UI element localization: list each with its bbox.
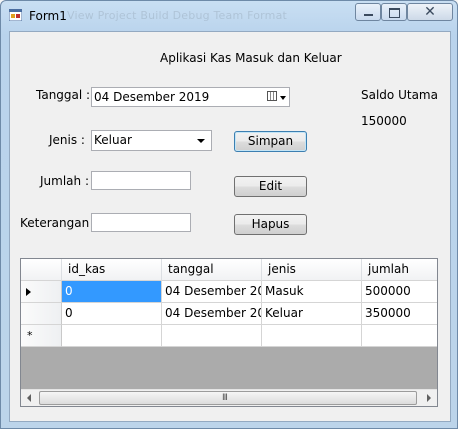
jumlah-input[interactable] (91, 171, 191, 190)
horizontal-scrollbar[interactable]: III (21, 389, 437, 406)
background-menu-text: View Project Build Debug Team Format (67, 9, 288, 22)
cell-id-kas[interactable]: 0 (62, 303, 162, 325)
cell-jenis[interactable]: Masuk (262, 281, 362, 303)
calendar-icon[interactable] (267, 91, 277, 101)
cell-jenis[interactable] (262, 325, 362, 347)
jenis-value: Keluar (94, 133, 132, 147)
column-header-jenis[interactable]: jenis (262, 259, 362, 281)
cell-tanggal[interactable] (162, 325, 262, 347)
tanggal-datepicker[interactable]: 04 Desember 2019 (91, 87, 290, 107)
scrollbar-thumb[interactable]: III (39, 391, 417, 405)
tanggal-label: Tanggal : (36, 88, 91, 102)
scroll-left-icon[interactable] (21, 390, 38, 406)
cell-jumlah[interactable] (362, 325, 437, 347)
saldo-label: Saldo Utama (361, 88, 438, 102)
cell-jumlah[interactable]: 500000 (362, 281, 437, 303)
form1-window: Form1 View Project Build Debug Team Form… (0, 0, 458, 429)
current-row-icon (26, 288, 31, 296)
grid-corner[interactable] (21, 259, 62, 281)
keterangan-input[interactable] (91, 213, 191, 232)
close-button[interactable]: ✕ (407, 3, 453, 21)
close-icon: ✕ (424, 4, 436, 20)
row-header[interactable]: * (21, 325, 62, 347)
keterangan-label: Keterangan : (20, 216, 98, 230)
title-bar[interactable]: Form1 View Project Build Debug Team Form… (1, 1, 457, 29)
data-grid[interactable]: id_kas tanggal jenis jumlah 0 04 Desembe… (20, 258, 438, 407)
column-header-jumlah[interactable]: jumlah (362, 259, 437, 281)
cell-id-kas[interactable] (62, 325, 162, 347)
jumlah-label: Jumlah : (40, 174, 89, 188)
maximize-button[interactable] (381, 3, 407, 21)
window-title: Form1 (29, 9, 67, 23)
row-header[interactable] (21, 303, 62, 325)
hapus-button[interactable]: Hapus (234, 214, 307, 235)
minimize-button[interactable] (355, 3, 381, 21)
jenis-combobox[interactable]: Keluar (91, 130, 212, 151)
jenis-label: Jenis : (49, 133, 85, 147)
page-title: Aplikasi Kas Masuk dan Keluar (160, 51, 342, 65)
cell-jenis[interactable]: Keluar (262, 303, 362, 325)
simpan-button[interactable]: Simpan (234, 131, 307, 152)
cell-id-kas[interactable]: 0 (62, 281, 162, 303)
chevron-down-icon[interactable] (280, 96, 286, 100)
saldo-value: 150000 (361, 114, 407, 128)
row-header[interactable] (21, 281, 62, 303)
chevron-down-icon[interactable] (197, 139, 205, 143)
cell-tanggal[interactable]: 04 Desember 2019 (162, 281, 262, 303)
form-client-area: Aplikasi Kas Masuk dan Keluar Tanggal : … (9, 31, 451, 422)
tanggal-value: 04 Desember 2019 (94, 90, 210, 104)
app-icon (9, 9, 22, 21)
grip-icon: III (222, 393, 228, 403)
cell-jumlah[interactable]: 350000 (362, 303, 437, 325)
column-header-id-kas[interactable]: id_kas (62, 259, 162, 281)
new-row-icon: * (27, 329, 33, 342)
scroll-right-icon[interactable] (420, 390, 437, 406)
column-header-tanggal[interactable]: tanggal (162, 259, 262, 281)
cell-tanggal[interactable]: 04 Desember 2019 (162, 303, 262, 325)
edit-button[interactable]: Edit (234, 176, 307, 197)
